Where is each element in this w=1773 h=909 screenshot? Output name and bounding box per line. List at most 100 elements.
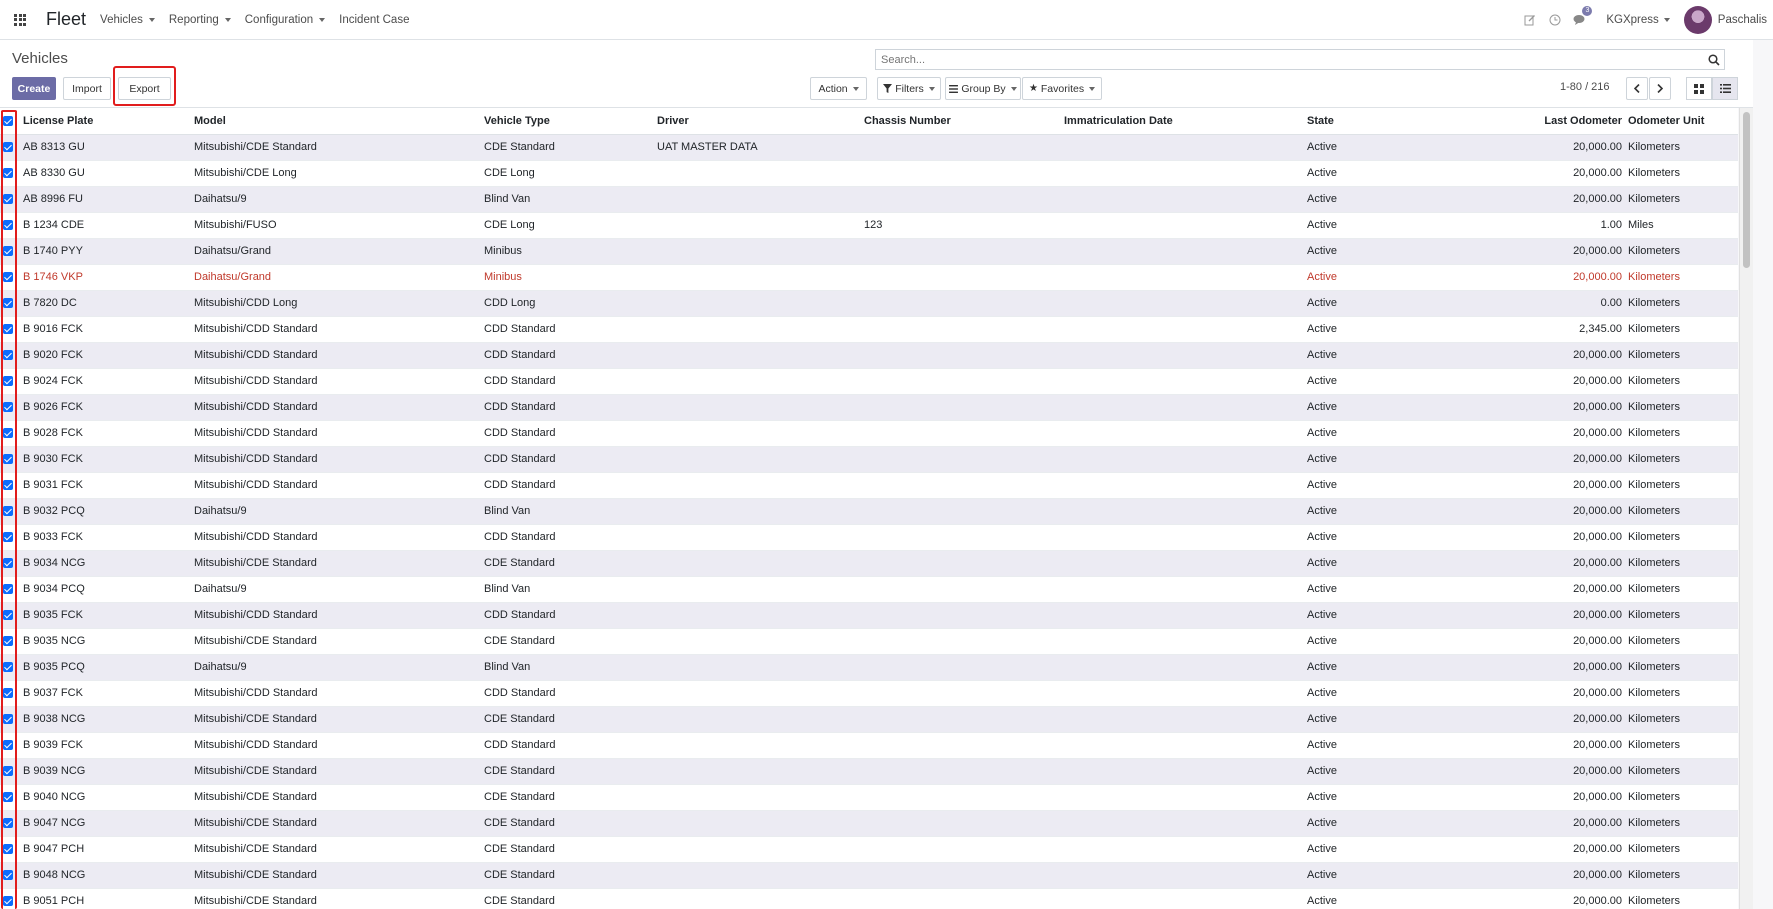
table-row[interactable]: B 9030 FCK Mitsubishi/CDD Standard CDD Sta… (0, 445, 1738, 472)
table-row[interactable]: B 9047 NCG Mitsubishi/CDE Standard CDE Sta… (0, 809, 1738, 836)
table-row[interactable]: B 9034 NCG Mitsubishi/CDE Standard CDE Sta… (0, 549, 1738, 576)
table-row[interactable]: AB 8996 FU Daihatsu/9 Blind Van Active 20,00… (0, 185, 1738, 212)
right-gutter (1753, 40, 1773, 909)
cell-last-odometer: 20,000.00 (1478, 731, 1625, 758)
cell-driver (654, 497, 861, 524)
table-row[interactable]: B 9034 PCQ Daihatsu/9 Blind Van Active 20,00… (0, 575, 1738, 602)
table-row[interactable]: B 9033 FCK Mitsubishi/CDD Standard CDD Sta… (0, 523, 1738, 550)
pager-value[interactable]: 1-80 / 216 (1560, 81, 1610, 93)
table-row[interactable]: B 9032 PCQ Daihatsu/9 Blind Van Active 20,00… (0, 497, 1738, 524)
clock-icon[interactable] (1546, 11, 1564, 29)
avatar[interactable] (1683, 6, 1712, 34)
cell-odometer-unit: Kilometers (1625, 549, 1738, 576)
column-header-odometer-unit[interactable]: Odometer Unit (1625, 108, 1738, 135)
navbar-systray: 3 KGXpress Paschalis (1521, 0, 1773, 40)
table-row[interactable]: B 7820 DC Mitsubishi/CDD Long CDD Long Acti… (0, 289, 1738, 316)
table-row[interactable]: B 9037 FCK Mitsubishi/CDD Standard CDD Sta… (0, 679, 1738, 706)
column-header-chassis-number[interactable]: Chassis Number (861, 108, 1061, 135)
cell-last-odometer: 20,000.00 (1478, 653, 1625, 680)
messages-count-badge: 3 (1582, 6, 1593, 16)
cell-model: Mitsubishi/CDD Standard (191, 315, 481, 342)
menu-incident-case[interactable]: Incident Case (339, 14, 409, 26)
group-by-dropdown[interactable]: Group By (945, 77, 1021, 100)
action-dropdown[interactable]: Action (810, 77, 867, 100)
cell-vehicle-type: CDD Standard (481, 393, 654, 420)
cell-odometer-unit: Kilometers (1625, 289, 1738, 316)
create-button[interactable]: Create (12, 77, 56, 100)
table-row[interactable]: AB 8313 GU Mitsubishi/CDE Standard CDE Sta… (0, 133, 1738, 160)
menu-vehicles[interactable]: Vehicles (100, 14, 155, 26)
column-header-immatriculation-date[interactable]: Immatriculation Date (1061, 108, 1304, 135)
column-header-last-odometer[interactable]: Last Odometer (1478, 108, 1625, 135)
table-row[interactable]: B 9035 FCK Mitsubishi/CDD Standard CDD Sta… (0, 601, 1738, 628)
cell-odometer-unit: Kilometers (1625, 575, 1738, 602)
list-view-button[interactable] (1712, 77, 1738, 100)
apps-menu-icon[interactable] (2, 0, 38, 40)
table-row[interactable]: B 9039 FCK Mitsubishi/CDD Standard CDD Sta… (0, 731, 1738, 758)
company-switcher[interactable]: KGXpress (1606, 14, 1670, 26)
cell-last-odometer: 20,000.00 (1478, 159, 1625, 186)
table-row[interactable]: B 1746 VKP Daihatsu/Grand Minibus Active 20,… (0, 263, 1738, 290)
cell-chassis-number (861, 653, 1061, 680)
column-header-state[interactable]: State (1304, 108, 1478, 135)
menu-configuration[interactable]: Configuration (245, 14, 326, 26)
table-row[interactable]: B 9035 PCQ Daihatsu/9 Blind Van Active 20,00… (0, 653, 1738, 680)
scrollbar-thumb[interactable] (1743, 112, 1750, 268)
column-header-vehicle-type[interactable]: Vehicle Type (481, 108, 654, 135)
column-header-driver[interactable]: Driver (654, 108, 861, 135)
table-row[interactable]: B 9016 FCK Mitsubishi/CDD Standard CDD Sta… (0, 315, 1738, 342)
menu-reporting-label: Reporting (168, 13, 219, 26)
table-row[interactable]: B 9040 NCG Mitsubishi/CDE Standard CDE Sta… (0, 783, 1738, 810)
table-row[interactable]: B 9031 FCK Mitsubishi/CDD Standard CDD Sta… (0, 471, 1738, 498)
cell-state: Active (1304, 653, 1478, 680)
cell-driver (654, 887, 861, 909)
table-row[interactable]: AB 8330 GU Mitsubishi/CDE Long CDE Long Act… (0, 159, 1738, 186)
cell-odometer-unit: Kilometers (1625, 809, 1738, 836)
search-input[interactable] (876, 53, 1704, 66)
cell-chassis-number (861, 393, 1061, 420)
cell-vehicle-type: CDE Standard (481, 549, 654, 576)
column-header-license-plate[interactable]: License Plate (20, 108, 191, 135)
cell-immatriculation-date (1061, 705, 1304, 732)
app-brand[interactable]: Fleet (46, 9, 86, 30)
table-row[interactable]: B 9051 PCH Mitsubishi/CDE Standard CDE Sta… (0, 887, 1738, 909)
cell-model: Mitsubishi/CDE Long (191, 159, 481, 186)
cell-chassis-number (861, 757, 1061, 784)
table-row[interactable]: B 9035 NCG Mitsubishi/CDE Standard CDE Sta… (0, 627, 1738, 654)
cell-immatriculation-date (1061, 263, 1304, 290)
import-button[interactable]: Import (63, 77, 111, 100)
cell-license-plate: B 7820 DC (20, 289, 191, 316)
column-header-model[interactable]: Model (191, 108, 481, 135)
table-row[interactable]: B 1234 CDE Mitsubishi/FUSO CDE Long 123 Acti… (0, 211, 1738, 238)
messages-icon[interactable]: 3 (1571, 6, 1593, 29)
table-row[interactable]: B 9038 NCG Mitsubishi/CDE Standard CDE Sta… (0, 705, 1738, 732)
filters-dropdown[interactable]: Filters (877, 77, 941, 100)
favorites-dropdown[interactable]: ★ Favorites (1022, 77, 1102, 100)
table-row[interactable]: B 1740 PYY Daihatsu/Grand Minibus Active 20,… (0, 237, 1738, 264)
cell-last-odometer: 20,000.00 (1478, 523, 1625, 550)
cell-vehicle-type: CDE Standard (481, 887, 654, 909)
table-row[interactable]: B 9047 PCH Mitsubishi/CDE Standard CDE Sta… (0, 835, 1738, 862)
table-row[interactable]: B 9048 NCG Mitsubishi/CDE Standard CDE Sta… (0, 861, 1738, 888)
table-row[interactable]: B 9024 FCK Mitsubishi/CDD Standard CDD Sta… (0, 367, 1738, 394)
cell-last-odometer: 20,000.00 (1478, 835, 1625, 862)
pager-next-button[interactable] (1649, 77, 1671, 100)
user-menu[interactable]: Paschalis (1718, 14, 1767, 26)
search-bar[interactable] (875, 49, 1725, 70)
table-row[interactable]: B 9039 NCG Mitsubishi/CDE Standard CDE Sta… (0, 757, 1738, 784)
list-scrollbar[interactable] (1739, 108, 1753, 909)
table-row[interactable]: B 9028 FCK Mitsubishi/CDD Standard CDD Sta… (0, 419, 1738, 446)
cell-immatriculation-date (1061, 159, 1304, 186)
pager-previous-button[interactable] (1626, 77, 1648, 100)
kanban-view-button[interactable] (1686, 77, 1712, 100)
cell-chassis-number (861, 341, 1061, 368)
menu-reporting[interactable]: Reporting (169, 14, 231, 26)
edit-note-icon[interactable] (1521, 11, 1539, 29)
table-row[interactable]: B 9026 FCK Mitsubishi/CDD Standard CDD Sta… (0, 393, 1738, 420)
search-icon[interactable] (1704, 50, 1724, 69)
cell-license-plate: AB 8330 GU (20, 159, 191, 186)
list-icon (1719, 84, 1731, 93)
cell-driver (654, 705, 861, 732)
cell-immatriculation-date (1061, 809, 1304, 836)
table-row[interactable]: B 9020 FCK Mitsubishi/CDD Standard CDD Sta… (0, 341, 1738, 368)
